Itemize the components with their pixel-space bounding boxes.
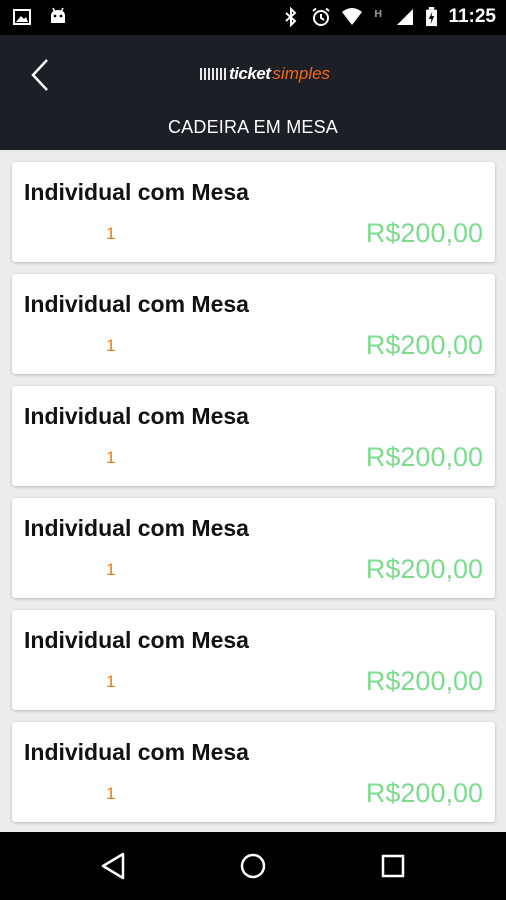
app-header: ticket simples CADEIRA EM MESA bbox=[0, 35, 506, 150]
ticket-price: R$200,00 bbox=[365, 218, 483, 248]
alarm-icon bbox=[312, 7, 331, 26]
status-time: 11:25 bbox=[448, 6, 496, 27]
ticket-price: R$200,00 bbox=[365, 554, 483, 584]
logo-text-ticket: ticket bbox=[229, 64, 271, 83]
ticket-card[interactable]: Individual com Mesa 1 R$200,00 bbox=[12, 162, 495, 262]
ticket-quantity: 1 bbox=[106, 336, 116, 355]
ticket-quantity: 1 bbox=[106, 784, 116, 803]
page-title: CADEIRA EM MESA bbox=[167, 117, 339, 137]
nav-recents-button[interactable] bbox=[373, 846, 413, 886]
android-icon bbox=[51, 7, 65, 23]
status-left-icons bbox=[12, 7, 68, 27]
ticket-quantity: 1 bbox=[106, 224, 116, 243]
ticket-price: R$200,00 bbox=[365, 666, 483, 696]
home-circle-icon bbox=[240, 853, 266, 879]
ticket-name: Individual com Mesa bbox=[24, 291, 249, 317]
ticket-simples-logo: ticket simples bbox=[200, 63, 330, 85]
ticket-card[interactable]: Individual com Mesa 1 R$200,00 bbox=[12, 498, 495, 598]
ticket-card[interactable]: Individual com Mesa 1 R$200,00 bbox=[12, 386, 495, 486]
battery-charging-icon bbox=[426, 7, 438, 27]
ticket-quantity: 1 bbox=[106, 560, 116, 579]
ticket-name: Individual com Mesa bbox=[24, 739, 249, 765]
ticket-card[interactable]: Individual com Mesa 1 R$200,00 bbox=[12, 610, 495, 710]
nav-home-button[interactable] bbox=[233, 846, 273, 886]
recents-square-icon bbox=[381, 854, 405, 878]
ticket-name: Individual com Mesa bbox=[24, 515, 249, 541]
status-right-icons: H 11:25 bbox=[281, 6, 496, 28]
ticket-price: R$200,00 bbox=[365, 330, 483, 360]
barcode-icon bbox=[200, 68, 226, 80]
navigation-bar bbox=[0, 832, 506, 900]
ticket-card[interactable]: Individual com Mesa 1 R$200,00 bbox=[12, 274, 495, 374]
signal-h-icon: H bbox=[374, 9, 382, 20]
nav-back-button[interactable] bbox=[93, 846, 133, 886]
chevron-left-icon bbox=[31, 59, 48, 91]
ticket-quantity: 1 bbox=[106, 448, 116, 467]
ticket-card[interactable]: Individual com Mesa 1 R$200,00 bbox=[12, 722, 495, 822]
svg-text:H: H bbox=[374, 9, 382, 20]
ticket-price: R$200,00 bbox=[365, 442, 483, 472]
wifi-icon bbox=[342, 8, 363, 25]
ticket-name: Individual com Mesa bbox=[24, 403, 249, 429]
ticket-name: Individual com Mesa bbox=[24, 179, 249, 205]
ticket-name: Individual com Mesa bbox=[24, 627, 249, 653]
back-button[interactable] bbox=[18, 53, 62, 97]
bluetooth-icon bbox=[285, 7, 297, 27]
cell-signal-icon bbox=[397, 9, 414, 25]
image-icon bbox=[13, 9, 31, 25]
logo-text-simples: simples bbox=[272, 64, 331, 83]
status-bar: H 11:25 bbox=[0, 0, 506, 35]
ticket-price: R$200,00 bbox=[365, 778, 483, 808]
ticket-quantity: 1 bbox=[106, 672, 116, 691]
back-triangle-icon bbox=[101, 852, 125, 880]
